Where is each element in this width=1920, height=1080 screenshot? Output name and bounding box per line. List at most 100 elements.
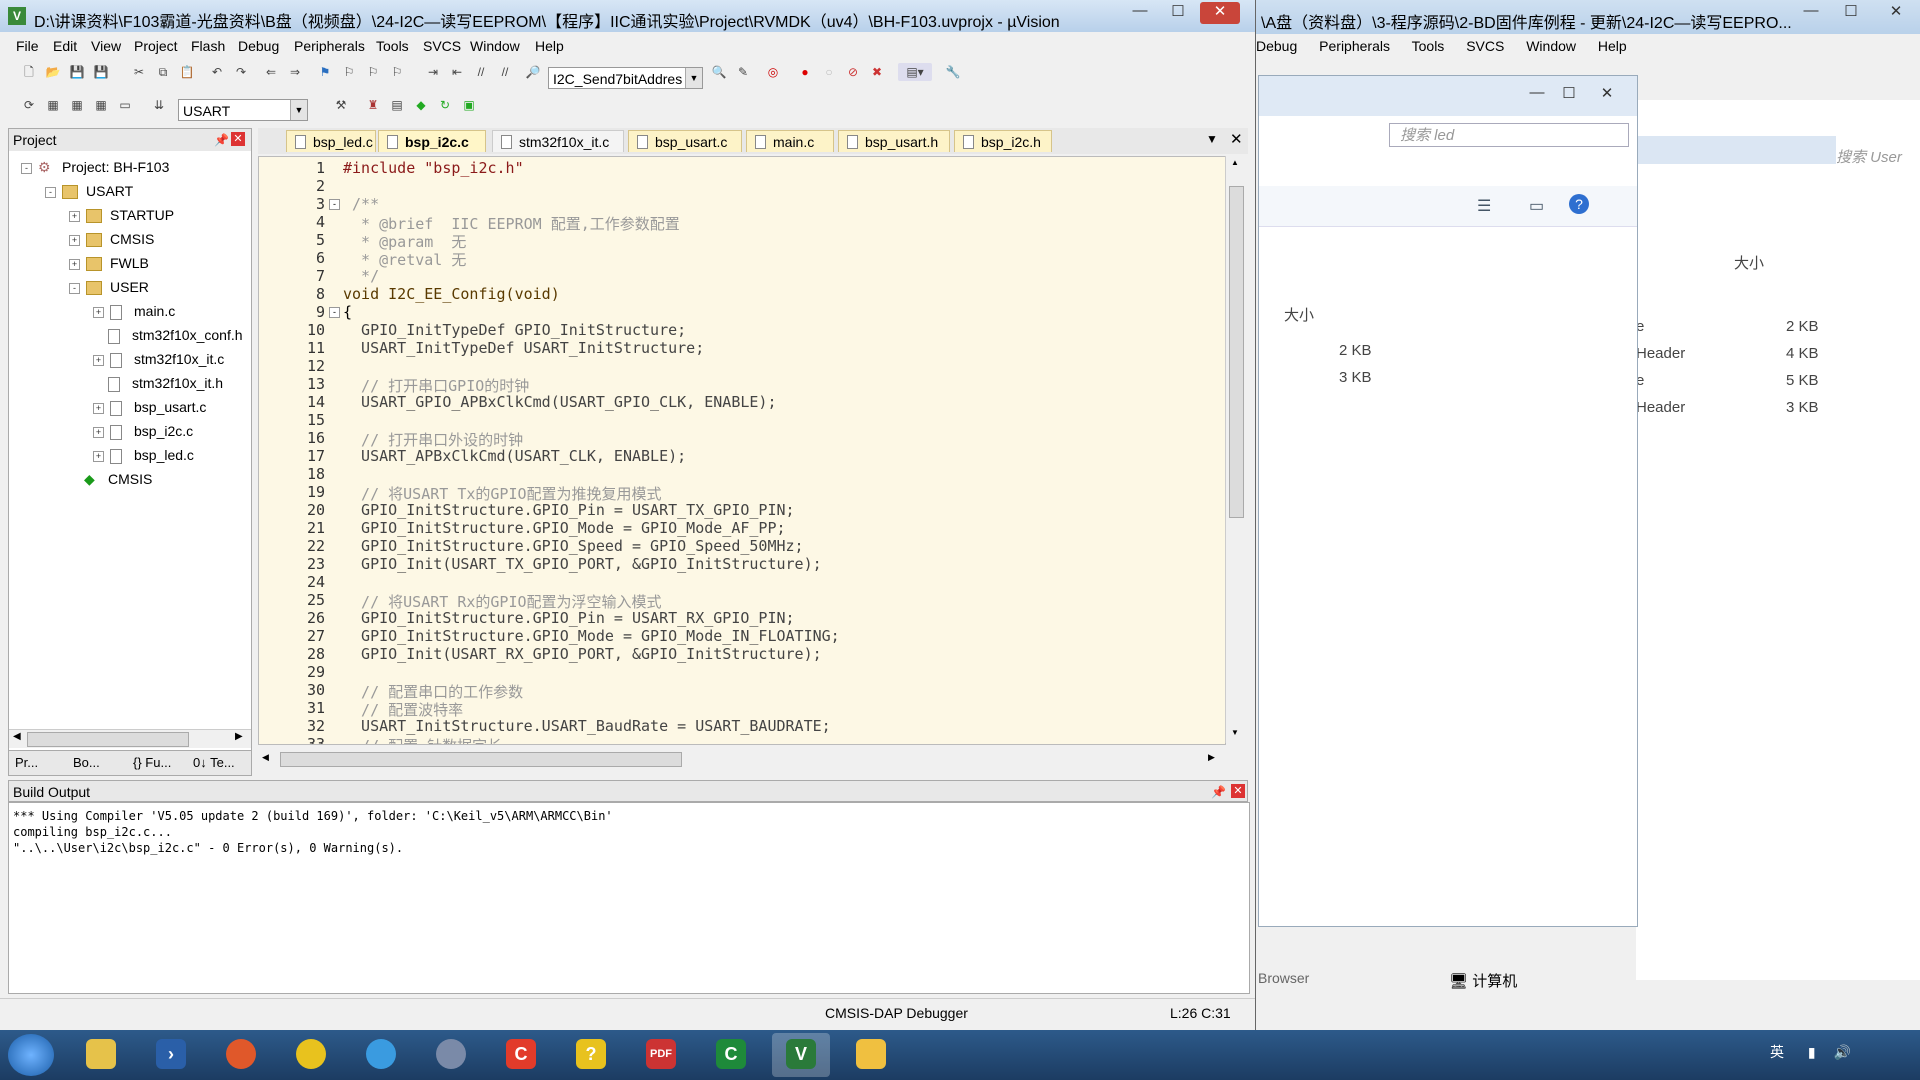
taskbar-pdf[interactable]: PDF <box>632 1033 690 1077</box>
nav-back-icon[interactable]: ⇐ <box>262 63 280 81</box>
taskbar-app[interactable] <box>842 1033 900 1077</box>
download-icon[interactable]: ⇊ <box>150 96 168 114</box>
expand-icon[interactable]: + <box>93 354 104 366</box>
size-column-header[interactable]: 大小 <box>1284 304 1314 325</box>
breakpoint-icon[interactable]: ● <box>796 63 814 81</box>
tree-item-folder[interactable]: - USER <box>69 279 149 296</box>
browser-tab[interactable]: Browser <box>1258 970 1309 986</box>
chevron-down-icon[interactable]: ▼ <box>290 100 307 120</box>
configure-icon[interactable]: 🔧 <box>944 63 962 81</box>
file-extensions-icon[interactable]: ♜ <box>364 96 382 114</box>
menu-edit[interactable]: Edit <box>53 38 77 54</box>
code-line[interactable]: GPIO_InitStructure.GPIO_Pin = USART_TX_G… <box>343 501 795 519</box>
tab-bsp-usart-c[interactable]: bsp_usart.c <box>628 130 742 152</box>
code-line[interactable]: void I2C_EE_Config(void) <box>343 285 560 303</box>
menu-view[interactable]: View <box>91 38 121 54</box>
code-line[interactable]: */ <box>343 267 379 285</box>
window-layout-icon[interactable]: ▤▾ <box>898 63 932 81</box>
code-line[interactable]: GPIO_InitStructure.GPIO_Mode = GPIO_Mode… <box>343 519 785 537</box>
fold-toggle-icon[interactable]: - <box>329 307 340 318</box>
close-icon[interactable]: ✕ <box>231 132 245 146</box>
taskbar-app[interactable]: C <box>492 1033 550 1077</box>
tab-bsp-led-c[interactable]: bsp_led.c <box>286 130 376 152</box>
code-line[interactable]: USART_GPIO_APBxClkCmd(USART_GPIO_CLK, EN… <box>343 393 776 411</box>
tree-item-file[interactable]: + bsp_led.c <box>93 447 194 464</box>
cut-icon[interactable]: ✂ <box>130 63 148 81</box>
taskbar-firefox[interactable] <box>212 1033 270 1077</box>
expand-icon[interactable]: + <box>93 426 104 438</box>
minimize-icon[interactable]: — <box>1791 2 1831 24</box>
copy-icon[interactable]: ⧉ <box>154 63 172 81</box>
code-line[interactable]: GPIO_InitStructure.GPIO_Speed = GPIO_Spe… <box>343 537 804 555</box>
indent-icon[interactable]: ⇥ <box>424 63 442 81</box>
scroll-right-icon[interactable]: ▶ <box>235 731 243 742</box>
collapse-icon[interactable]: - <box>45 186 56 198</box>
find-in-files-icon[interactable]: 🔎 <box>524 63 542 81</box>
chevron-down-icon[interactable]: ▼ <box>1206 132 1218 146</box>
tab-functions[interactable]: {} Fu... <box>133 755 171 770</box>
tab-bsp-i2c-c[interactable]: bsp_i2c.c <box>378 130 486 152</box>
nav-forward-icon[interactable]: ⇒ <box>286 63 304 81</box>
disable-breakpoint-icon[interactable]: ○ <box>820 63 838 81</box>
tree-item-file[interactable]: stm32f10x_conf.h <box>108 327 243 344</box>
tree-item-folder[interactable]: + STARTUP <box>69 207 174 224</box>
view-icon[interactable]: ☰ <box>1477 196 1491 216</box>
run-time-environment-icon[interactable]: ▣ <box>460 96 478 114</box>
redo-icon[interactable]: ↷ <box>232 63 250 81</box>
close-icon[interactable]: ✕ <box>1231 784 1245 798</box>
tree-item-file[interactable]: stm32f10x_it.h <box>108 375 223 392</box>
incremental-find-icon[interactable]: ✎ <box>734 63 752 81</box>
editor-hscrollbar[interactable]: ◀ ▶ <box>258 750 1248 768</box>
maximize-icon[interactable]: ☐ <box>1158 2 1198 24</box>
taskbar-help[interactable]: ? <box>562 1033 620 1077</box>
tab-books[interactable]: Bo... <box>73 755 100 770</box>
pack-installer-icon[interactable]: ◆ <box>412 96 430 114</box>
code-line[interactable]: GPIO_InitTypeDef GPIO_InitStructure; <box>343 321 686 339</box>
expand-icon[interactable]: + <box>93 402 104 414</box>
scroll-left-icon[interactable]: ◀ <box>13 731 21 742</box>
taskbar-app[interactable] <box>422 1033 480 1077</box>
close-icon[interactable]: ✕ <box>1876 2 1916 24</box>
code-line[interactable]: GPIO_Init(USART_TX_GPIO_PORT, &GPIO_Init… <box>343 555 822 573</box>
tree-item-folder[interactable]: + CMSIS <box>69 231 154 248</box>
scroll-left-icon[interactable]: ◀ <box>262 752 269 763</box>
tree-item-project[interactable]: - ⚙ Project: BH-F103 <box>21 159 169 176</box>
bookmark-icon[interactable]: ⚑ <box>316 63 334 81</box>
volume-icon[interactable]: 🔊 <box>1834 1044 1851 1060</box>
find-icon[interactable]: 🔍 <box>710 63 728 81</box>
expand-icon[interactable]: + <box>69 210 80 222</box>
save-icon[interactable]: 💾 <box>68 63 86 81</box>
scroll-thumb[interactable] <box>1229 186 1244 518</box>
bg-menu-svcs[interactable]: SVCS <box>1466 38 1504 54</box>
menu-project[interactable]: Project <box>134 38 178 54</box>
menu-peripherals[interactable]: Peripherals <box>294 38 365 54</box>
code-line[interactable]: /** <box>343 195 379 213</box>
target-options-icon[interactable]: ⚒ <box>332 96 350 114</box>
tree-item-file[interactable]: + main.c <box>93 303 175 320</box>
collapse-icon[interactable]: - <box>21 162 32 174</box>
menu-debug[interactable]: Debug <box>238 38 279 54</box>
tree-item-folder[interactable]: + FWLB <box>69 255 149 272</box>
comment-icon[interactable]: // <box>472 63 490 81</box>
search-user-field[interactable]: 搜索 User <box>1836 146 1920 170</box>
tab-stm32f10x-it-c[interactable]: stm32f10x_it.c <box>492 130 624 152</box>
taskbar-powershell[interactable]: › <box>142 1033 200 1077</box>
taskbar-app[interactable] <box>282 1033 340 1077</box>
taskbar-browser[interactable] <box>352 1033 410 1077</box>
code-line[interactable]: USART_APBxClkCmd(USART_CLK, ENABLE); <box>343 447 686 465</box>
select-packs-icon[interactable]: ↻ <box>436 96 454 114</box>
translate-icon[interactable]: ⟳ <box>20 96 38 114</box>
taskbar-uvision[interactable]: V <box>772 1033 830 1077</box>
pin-icon[interactable]: 📌 <box>214 129 229 151</box>
fold-toggle-icon[interactable]: - <box>329 199 340 210</box>
unindent-icon[interactable]: ⇤ <box>448 63 466 81</box>
search-input[interactable]: 搜索 led <box>1389 123 1629 147</box>
preview-pane-icon[interactable]: ▭ <box>1529 196 1544 216</box>
menu-tools[interactable]: Tools <box>376 38 409 54</box>
target-combo[interactable]: USART ▼ <box>178 99 308 121</box>
minimize-icon[interactable]: — <box>1120 2 1160 24</box>
computer-nav-item[interactable]: 🖥 计算机 <box>1449 970 1517 991</box>
editor-vscrollbar[interactable]: ▲ ▼ <box>1225 156 1246 743</box>
expand-icon[interactable]: + <box>69 234 80 246</box>
build-output-panel[interactable]: *** Using Compiler 'V5.05 update 2 (buil… <box>8 802 1250 994</box>
